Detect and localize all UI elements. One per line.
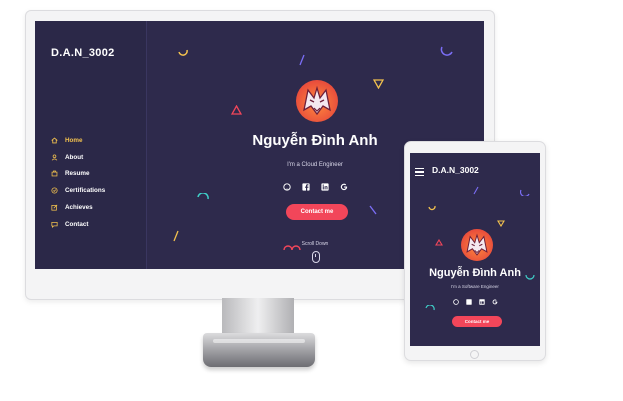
sidebar-item-label: Home (65, 136, 83, 144)
mouse-scroll-icon[interactable] (312, 251, 320, 263)
deco-line-shape (299, 54, 305, 66)
sidebar-item-label: About (65, 153, 84, 161)
sidebar-item-about[interactable]: About (51, 149, 105, 166)
linkedin-icon[interactable] (320, 182, 329, 191)
deco-line-shape (473, 186, 479, 195)
hamburger-menu-icon[interactable] (415, 168, 424, 178)
github-icon[interactable] (452, 298, 459, 305)
sidebar-item-label: Resume (65, 170, 90, 178)
deco-arc-shape (425, 305, 435, 311)
wolf-logo-icon (466, 233, 488, 256)
avatar (296, 80, 338, 122)
monitor-stand-base (203, 333, 315, 367)
sidebar-item-certifications[interactable]: Certifications (51, 182, 105, 199)
deco-arc-shape (520, 189, 530, 196)
certificate-icon (51, 187, 58, 194)
chat-icon (51, 221, 58, 228)
tablet-home-button[interactable] (470, 350, 479, 359)
sidebar-nav: Home About Resume Certifications Achieve… (51, 132, 105, 233)
tablet-device: D.A.N_3002 Nguyễn Đình Anh I'm a Softwar… (404, 141, 546, 361)
resume-icon (51, 170, 58, 177)
sidebar-item-label: Achieves (65, 204, 93, 212)
sidebar-item-home[interactable]: Home (51, 132, 105, 149)
tablet-contact-me-button[interactable]: Contact me (452, 316, 502, 327)
google-icon[interactable] (339, 182, 348, 191)
sidebar-item-label: Contact (65, 220, 89, 228)
facebook-icon[interactable] (301, 182, 310, 191)
linkedin-icon[interactable] (478, 298, 485, 305)
tablet-hero-name: Nguyễn Đình Anh (429, 267, 521, 279)
deco-line-shape (369, 205, 377, 215)
sidebar-item-label: Certifications (65, 187, 106, 195)
deco-triangle-shape (497, 220, 505, 227)
deco-arc-shape (178, 49, 188, 56)
facebook-icon[interactable] (465, 298, 472, 305)
wolf-logo-icon (303, 85, 331, 116)
tablet-hero-role: I'm a Software Engineer (451, 284, 499, 289)
github-icon[interactable] (282, 182, 291, 191)
sidebar-item-achieves[interactable]: Achieves (51, 199, 105, 216)
deco-triangle-shape (435, 239, 443, 246)
monitor-stand-neck (222, 298, 294, 334)
home-icon (51, 137, 58, 144)
tablet-screen: D.A.N_3002 Nguyễn Đình Anh I'm a Softwar… (410, 153, 540, 346)
deco-arc-shape (428, 205, 436, 211)
tablet-avatar (461, 229, 493, 261)
tablet-social-links (410, 298, 540, 305)
deco-triangle-shape (373, 79, 384, 89)
deco-arc-shape (197, 193, 209, 200)
google-icon[interactable] (491, 298, 498, 305)
sidebar-item-resume[interactable]: Resume (51, 166, 105, 183)
deco-arc-shape (440, 46, 453, 56)
deco-triangle-shape (231, 105, 242, 115)
contact-me-button[interactable]: Contact me (286, 204, 348, 220)
user-icon (51, 154, 58, 161)
sidebar-item-contact[interactable]: Contact (51, 216, 105, 233)
edit-icon (51, 204, 58, 211)
brand-logo[interactable]: D.A.N_3002 (51, 47, 115, 59)
sidebar: D.A.N_3002 Home About Resume Certificati… (35, 21, 147, 269)
tablet-brand-logo[interactable]: D.A.N_3002 (432, 165, 479, 175)
